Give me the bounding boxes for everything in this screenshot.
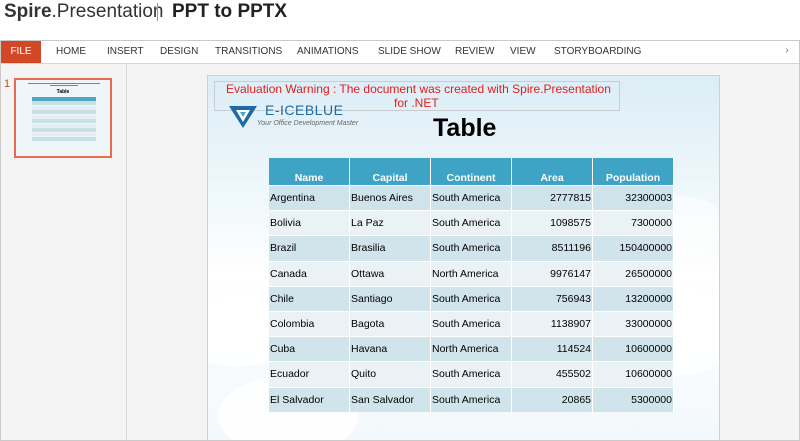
brand-divider	[157, 3, 158, 21]
table-header-row: Name Capital Continent Area Population	[269, 158, 674, 186]
cell-population: 7300000	[592, 210, 674, 236]
cell-capital: Brasilia	[349, 235, 431, 262]
ribbon-tabs: FILE HOME INSERT DESIGN TRANSITIONS ANIM…	[1, 41, 799, 64]
tab-review[interactable]: REVIEW	[455, 41, 494, 63]
table-row: Bolivia La Paz South America 1098575 7300000	[269, 210, 674, 236]
cell-population: 26500000	[592, 260, 674, 287]
cell-area: 1098575	[511, 210, 593, 236]
cell-capital: Santiago	[349, 285, 431, 312]
cell-population: 10600000	[592, 336, 674, 362]
table-row: Cuba Havana North America 114524 10600000	[269, 336, 674, 362]
cell-capital: La Paz	[349, 210, 431, 236]
brand-bar: Spire.Presentation PPT to PPTX	[0, 0, 800, 28]
cell-continent: North America	[430, 260, 512, 287]
cell-population: 150400000	[592, 235, 674, 262]
app-window: FILE HOME INSERT DESIGN TRANSITIONS ANIM…	[0, 40, 800, 441]
column-header-name: Name	[269, 158, 350, 186]
cell-capital: Buenos Aires	[349, 184, 431, 211]
column-header-population: Population	[592, 158, 674, 186]
thumbnail-warning	[28, 82, 100, 86]
cell-continent: South America	[430, 386, 512, 412]
table-row: Colombia Bagota South America 1138907 330000…	[269, 310, 674, 337]
cell-area: 455502	[511, 361, 593, 387]
cell-area: 2777815	[511, 184, 593, 211]
column-header-continent: Continent	[430, 158, 512, 186]
cell-name: Ecuador	[269, 361, 350, 387]
logo-name: E-ICEBLUE	[265, 102, 344, 118]
cell-area: 1138907	[511, 310, 593, 337]
table-row: Brazil Brasilia South America 8511196 150400…	[269, 235, 674, 262]
cell-continent: South America	[430, 310, 512, 337]
cell-population: 5300000	[592, 386, 674, 412]
cell-population: 33000000	[592, 310, 674, 337]
cell-continent: South America	[430, 361, 512, 387]
cell-continent: South America	[430, 210, 512, 236]
cell-area: 20865	[511, 386, 593, 412]
eiceblue-logo-icon	[229, 106, 257, 128]
table-row: Chile Santiago South America 756943 13200000	[269, 285, 674, 312]
table-row: Argentina Buenos Aires South America 277781…	[269, 184, 674, 211]
table-row: Ecuador Quito South America 455502 10600000	[269, 361, 674, 387]
cell-continent: South America	[430, 235, 512, 262]
cell-population: 13200000	[592, 285, 674, 312]
cell-capital: Bagota	[349, 310, 431, 337]
evaluation-warning-line1: Evaluation Warning : The document was cr…	[226, 82, 611, 96]
cell-name: Colombia	[269, 310, 350, 337]
cell-area: 9976147	[511, 260, 593, 287]
slide-thumbnail[interactable]: Table	[14, 78, 112, 158]
tab-slide-show[interactable]: SLIDE SHOW	[378, 41, 441, 63]
page-title: PPT to PPTX	[172, 1, 288, 22]
cell-name: El Salvador	[269, 386, 350, 412]
tab-view[interactable]: VIEW	[510, 41, 536, 63]
tab-file[interactable]: FILE	[1, 41, 41, 63]
cell-area: 756943	[511, 285, 593, 312]
cell-name: Bolivia	[269, 210, 350, 236]
data-table: Name Capital Continent Area Population A…	[269, 158, 674, 412]
logo-tagline: Your Office Development Master	[257, 120, 359, 127]
tab-design[interactable]: DESIGN	[160, 41, 198, 63]
cell-continent: South America	[430, 184, 512, 211]
column-header-capital: Capital	[349, 158, 431, 186]
ribbon-scroll-right-icon[interactable]: ›	[781, 45, 793, 57]
cell-name: Chile	[269, 285, 350, 312]
cell-name: Brazil	[269, 235, 350, 262]
cell-population: 32300003	[592, 184, 674, 211]
cell-name: Canada	[269, 260, 350, 287]
column-header-area: Area	[511, 158, 593, 186]
thumbnail-title: Table	[56, 89, 70, 95]
cell-area: 114524	[511, 336, 593, 362]
tab-storyboarding[interactable]: STORYBOARDING	[554, 41, 641, 63]
cell-name: Argentina	[269, 184, 350, 211]
cell-capital: Ottawa	[349, 260, 431, 287]
tab-animations[interactable]: ANIMATIONS	[297, 41, 358, 63]
cell-capital: San Salvador	[349, 386, 431, 412]
cell-continent: North America	[430, 336, 512, 362]
slide-title: Table	[433, 114, 497, 142]
spire-logo: Spire.Presentation	[4, 1, 164, 22]
thumbnail-table	[32, 97, 96, 142]
slide-thumbnail-pane: 1 Table	[1, 64, 127, 440]
tab-home[interactable]: HOME	[56, 41, 86, 63]
table-row: El Salvador San Salvador South America 2086…	[269, 386, 674, 412]
slide-canvas[interactable]: Evaluation Warning : The document was cr…	[207, 75, 720, 440]
cell-continent: South America	[430, 285, 512, 312]
cell-population: 10600000	[592, 361, 674, 387]
cell-name: Cuba	[269, 336, 350, 362]
tab-transitions[interactable]: TRANSITIONS	[215, 41, 282, 63]
cell-area: 8511196	[511, 235, 593, 262]
table-row: Canada Ottawa North America 9976147 26500000	[269, 260, 674, 287]
slide-editor-area: Evaluation Warning : The document was cr…	[127, 64, 799, 440]
table-body: Argentina Buenos Aires South America 277781…	[269, 184, 674, 412]
cell-capital: Quito	[349, 361, 431, 387]
thumbnail-slide-number: 1	[4, 78, 11, 90]
cell-capital: Havana	[349, 336, 431, 362]
tab-insert[interactable]: INSERT	[107, 41, 144, 63]
evaluation-warning-line2: for .NET	[394, 96, 439, 110]
